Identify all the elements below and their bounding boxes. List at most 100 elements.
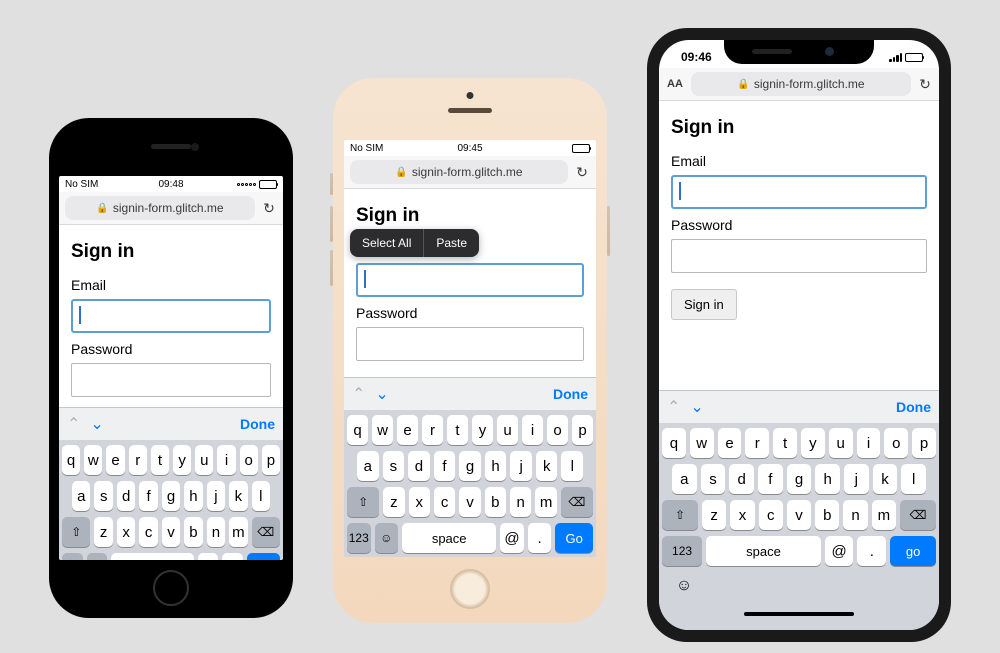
key-s[interactable]: s	[383, 451, 405, 481]
key-m[interactable]: m	[535, 487, 556, 517]
key-f[interactable]: f	[434, 451, 456, 481]
key-w[interactable]: w	[690, 428, 714, 458]
go-key[interactable]: Go	[247, 553, 280, 560]
emoji-key[interactable]: ☺	[375, 523, 399, 553]
key-k[interactable]: k	[229, 481, 247, 511]
key-j[interactable]: j	[207, 481, 225, 511]
key-k[interactable]: k	[873, 464, 898, 494]
key-l[interactable]: l	[561, 451, 583, 481]
key-p[interactable]: p	[262, 445, 280, 475]
key-m[interactable]: m	[229, 517, 247, 547]
key-f[interactable]: f	[139, 481, 157, 511]
email-field[interactable]	[671, 175, 927, 209]
backspace-key[interactable]: ⌫	[252, 517, 280, 547]
key-x[interactable]: x	[409, 487, 430, 517]
at-key[interactable]: @	[198, 553, 219, 560]
context-menu-paste[interactable]: Paste	[424, 229, 479, 257]
numbers-key[interactable]: 123	[662, 536, 702, 566]
key-m[interactable]: m	[872, 500, 896, 530]
key-y[interactable]: y	[472, 415, 493, 445]
key-z[interactable]: z	[94, 517, 112, 547]
key-u[interactable]: u	[829, 428, 853, 458]
key-v[interactable]: v	[787, 500, 811, 530]
key-k[interactable]: k	[536, 451, 558, 481]
key-j[interactable]: j	[510, 451, 532, 481]
key-i[interactable]: i	[857, 428, 881, 458]
key-x[interactable]: x	[730, 500, 754, 530]
key-r[interactable]: r	[745, 428, 769, 458]
key-o[interactable]: o	[547, 415, 568, 445]
key-u[interactable]: u	[497, 415, 518, 445]
key-e[interactable]: e	[718, 428, 742, 458]
chevron-down-icon[interactable]: ⌄	[90, 414, 103, 434]
reload-icon[interactable]: ↻	[261, 200, 277, 217]
dot-key[interactable]: .	[857, 536, 886, 566]
key-l[interactable]: l	[901, 464, 926, 494]
key-n[interactable]: n	[207, 517, 225, 547]
key-q[interactable]: q	[662, 428, 686, 458]
key-j[interactable]: j	[844, 464, 869, 494]
at-key[interactable]: @	[500, 523, 524, 553]
key-t[interactable]: t	[773, 428, 797, 458]
key-z[interactable]: z	[702, 500, 726, 530]
key-f[interactable]: f	[758, 464, 783, 494]
backspace-key[interactable]: ⌫	[561, 487, 593, 517]
chevron-up-icon[interactable]: ⌃	[67, 414, 80, 434]
key-e[interactable]: e	[397, 415, 418, 445]
key-b[interactable]: b	[184, 517, 202, 547]
email-field[interactable]	[71, 299, 271, 333]
url-pill[interactable]: 🔒 signin-form.glitch.me	[691, 72, 911, 96]
password-field[interactable]	[671, 239, 927, 273]
chevron-down-icon[interactable]: ⌄	[375, 384, 388, 404]
shift-key[interactable]: ⇧	[662, 500, 698, 530]
key-o[interactable]: o	[884, 428, 908, 458]
emoji-key[interactable]: ☺	[87, 553, 108, 560]
key-d[interactable]: d	[117, 481, 135, 511]
key-o[interactable]: o	[240, 445, 258, 475]
home-indicator[interactable]	[744, 612, 854, 616]
key-a[interactable]: a	[72, 481, 90, 511]
key-w[interactable]: w	[372, 415, 393, 445]
key-d[interactable]: d	[408, 451, 430, 481]
home-button[interactable]	[153, 570, 189, 606]
home-button[interactable]	[450, 569, 490, 609]
keyboard-done-button[interactable]: Done	[896, 399, 931, 415]
key-r[interactable]: r	[129, 445, 147, 475]
key-g[interactable]: g	[459, 451, 481, 481]
reload-icon[interactable]: ↻	[917, 76, 933, 93]
key-i[interactable]: i	[217, 445, 235, 475]
key-l[interactable]: l	[252, 481, 270, 511]
reload-icon[interactable]: ↻	[574, 164, 590, 181]
key-x[interactable]: x	[117, 517, 135, 547]
key-h[interactable]: h	[485, 451, 507, 481]
key-q[interactable]: q	[62, 445, 80, 475]
key-r[interactable]: r	[422, 415, 443, 445]
key-y[interactable]: y	[801, 428, 825, 458]
key-g[interactable]: g	[162, 481, 180, 511]
key-y[interactable]: y	[173, 445, 191, 475]
space-key[interactable]: space	[706, 536, 821, 566]
key-d[interactable]: d	[729, 464, 754, 494]
key-e[interactable]: e	[106, 445, 124, 475]
key-s[interactable]: s	[94, 481, 112, 511]
key-v[interactable]: v	[162, 517, 180, 547]
dot-key[interactable]: .	[222, 553, 243, 560]
shift-key[interactable]: ⇧	[62, 517, 90, 547]
at-key[interactable]: @	[825, 536, 854, 566]
key-i[interactable]: i	[522, 415, 543, 445]
space-key[interactable]: space	[111, 553, 194, 560]
go-key[interactable]: go	[890, 536, 936, 566]
key-a[interactable]: a	[672, 464, 697, 494]
backspace-key[interactable]: ⌫	[900, 500, 936, 530]
url-pill[interactable]: 🔒 signin-form.glitch.me	[350, 160, 568, 184]
key-c[interactable]: c	[139, 517, 157, 547]
key-a[interactable]: a	[357, 451, 379, 481]
key-h[interactable]: h	[184, 481, 202, 511]
key-p[interactable]: p	[572, 415, 593, 445]
chevron-up-icon[interactable]: ⌃	[667, 397, 680, 417]
chevron-down-icon[interactable]: ⌄	[690, 397, 703, 417]
key-c[interactable]: c	[434, 487, 455, 517]
numbers-key[interactable]: 123	[62, 553, 83, 560]
key-b[interactable]: b	[485, 487, 506, 517]
key-v[interactable]: v	[459, 487, 480, 517]
